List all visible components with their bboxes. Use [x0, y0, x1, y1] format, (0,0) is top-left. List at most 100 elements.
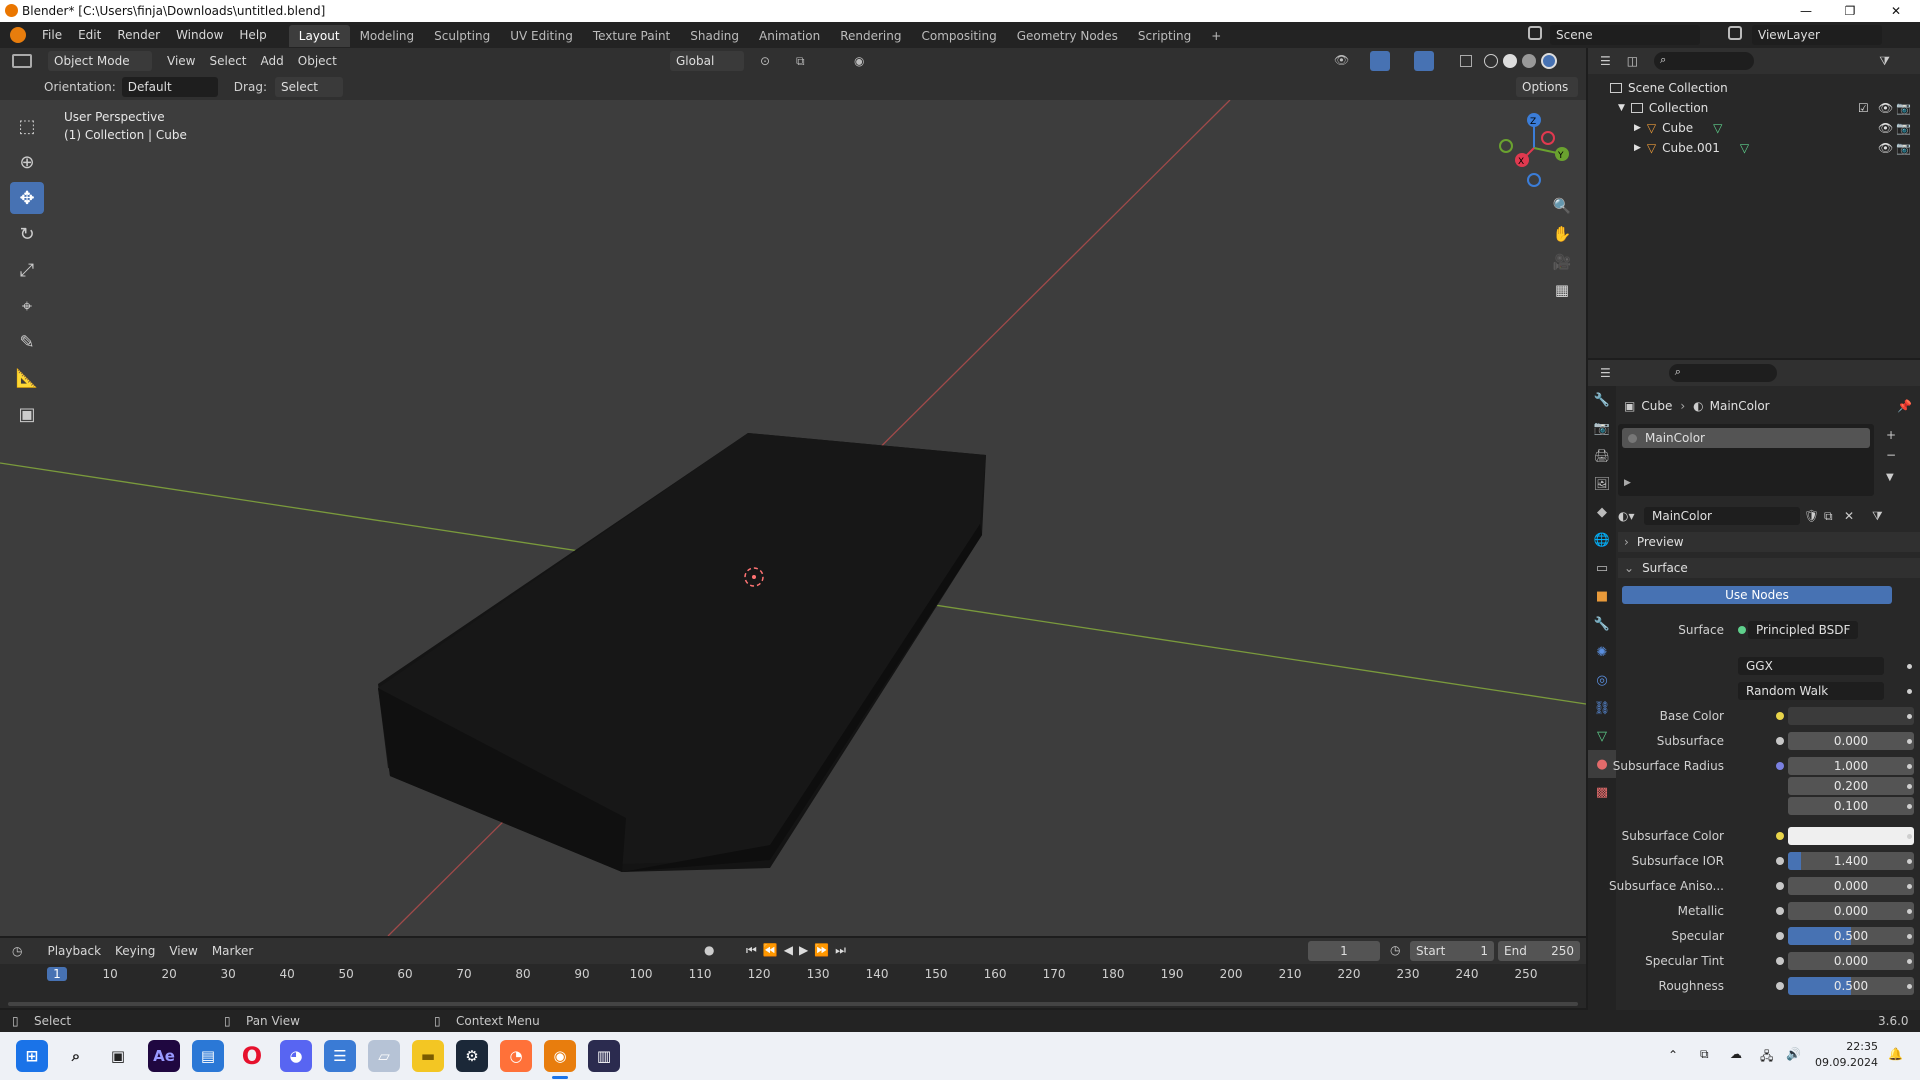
animate-icon[interactable] — [1907, 688, 1912, 694]
animate-icon[interactable] — [1907, 803, 1912, 809]
properties-editor-icon[interactable]: ☰ — [1600, 366, 1611, 380]
zoom-icon[interactable]: 🔍 — [1548, 192, 1576, 220]
animate-icon[interactable] — [1907, 783, 1912, 789]
menu-render[interactable]: Render — [109, 22, 168, 48]
snap-icon[interactable]: ⧉ — [796, 54, 805, 69]
tab-geometry-nodes[interactable]: Geometry Nodes — [1007, 25, 1128, 47]
add-workspace-button[interactable]: + — [1201, 25, 1231, 47]
preview-panel-header[interactable]: › Preview — [1618, 532, 1920, 552]
end-frame-field[interactable]: End 250 — [1498, 941, 1580, 961]
animate-icon[interactable] — [1907, 713, 1912, 719]
color-swatch[interactable] — [1788, 707, 1914, 725]
value-field[interactable]: 0.500 — [1788, 977, 1914, 995]
physics-tab-icon[interactable]: ◎ — [1588, 666, 1616, 694]
socket-icon[interactable] — [1776, 982, 1784, 990]
pan-hand-icon[interactable]: ✋ — [1548, 220, 1576, 248]
use-nodes-button[interactable]: Use Nodes — [1622, 586, 1892, 604]
visibility-icon[interactable]: 👁 — [1334, 53, 1349, 67]
pin-icon[interactable]: 📌 — [1897, 399, 1912, 413]
socket-icon[interactable] — [1776, 932, 1784, 940]
camera-icon[interactable]: 🎥 — [1548, 248, 1576, 276]
outliner-search-input[interactable]: ⌕ — [1654, 52, 1755, 70]
surface-panel-header[interactable]: ⌄ Surface — [1618, 558, 1920, 578]
clock-date[interactable]: 09.09.2024 — [1808, 1056, 1878, 1069]
menu-playback[interactable]: Playback — [40, 944, 108, 958]
perspective-grid-icon[interactable]: ▦ — [1548, 276, 1576, 304]
proportional-edit-icon[interactable]: ◉ — [854, 54, 864, 68]
menu-timeline-view[interactable]: View — [162, 944, 204, 958]
camera-render-icon[interactable]: 📷 — [1896, 141, 1911, 155]
scene-selector[interactable]: Scene — [1550, 25, 1700, 45]
value-field[interactable]: 1.400 — [1788, 852, 1914, 870]
socket-icon[interactable] — [1776, 712, 1784, 720]
constraints-tab-icon[interactable]: ⛓ — [1588, 694, 1616, 722]
value-field[interactable]: 0.000 — [1788, 902, 1914, 920]
notification-bell-icon[interactable]: 🔔 — [1888, 1047, 1903, 1061]
timeline-scrollbar[interactable] — [8, 1002, 1578, 1006]
filter-icon[interactable]: ⧩ — [1879, 54, 1890, 69]
camera-render-icon[interactable]: 📷 — [1896, 101, 1911, 115]
discord-icon[interactable]: ◕ — [280, 1040, 312, 1072]
exclude-checkbox-icon[interactable]: ☑ — [1858, 101, 1869, 115]
transform-orientation-selector[interactable]: Global — [670, 51, 744, 71]
options-button[interactable]: Options — [1516, 77, 1578, 97]
outliner-editor-icon[interactable]: ☰ — [1600, 54, 1611, 68]
steam-icon[interactable]: ⚙ — [456, 1040, 488, 1072]
blender-menu-icon[interactable] — [10, 27, 26, 43]
particles-tab-icon[interactable]: ✺ — [1588, 638, 1616, 666]
animate-icon[interactable] — [1907, 883, 1912, 889]
notepad-icon[interactable]: ☰ — [324, 1040, 356, 1072]
output-tab-icon[interactable]: 🖨 — [1588, 442, 1616, 470]
material-slot-list[interactable]: MainColor ▶ — [1618, 424, 1874, 496]
tool-tab-icon[interactable]: 🔧 — [1588, 386, 1616, 414]
animate-icon[interactable] — [1907, 983, 1912, 989]
socket-icon[interactable] — [1776, 907, 1784, 915]
unlink-material-icon[interactable]: ✕ — [1844, 509, 1854, 523]
value-field[interactable]: 0.200 — [1788, 777, 1914, 795]
editor-type-icon[interactable] — [12, 54, 32, 68]
menu-marker[interactable]: Marker — [205, 944, 260, 958]
onedrive-icon[interactable]: ☁ — [1730, 1047, 1742, 1061]
socket-icon[interactable] — [1776, 832, 1784, 840]
animate-icon[interactable] — [1907, 738, 1912, 744]
task-view-icon[interactable]: ▣ — [102, 1040, 134, 1072]
tab-sculpting[interactable]: Sculpting — [424, 25, 500, 47]
network-icon[interactable]: 🖧 — [1760, 1047, 1773, 1068]
socket-icon[interactable] — [1776, 737, 1784, 745]
animate-icon[interactable] — [1907, 908, 1912, 914]
3d-viewport[interactable]: User Perspective (1) Collection | Cube Z… — [0, 100, 1586, 936]
tab-layout[interactable]: Layout — [288, 25, 350, 47]
mesh-data-icon[interactable]: ▽ — [1740, 141, 1749, 155]
search-icon[interactable]: ⌕ — [60, 1040, 92, 1072]
file-explorer-icon[interactable]: ▬ — [412, 1040, 444, 1072]
pivot-icon[interactable]: ⊙ — [760, 54, 770, 68]
subsurface-method-selector[interactable]: Random Walk — [1738, 682, 1884, 700]
texture-tab-icon[interactable]: ▩ — [1588, 778, 1616, 806]
slot-specials-icon[interactable]: ▼ — [1886, 472, 1894, 483]
eye-icon[interactable]: 👁 — [1878, 141, 1893, 155]
duplicate-material-icon[interactable]: ⧉ — [1824, 509, 1833, 524]
outliner-collection[interactable]: ▼ Collection ☑ 👁 📷 — [1588, 98, 1920, 118]
outliner-object-cube[interactable]: ▶ ▽ Cube ▽ 👁 📷 — [1588, 118, 1920, 138]
playhead[interactable]: 1 — [47, 967, 67, 981]
fake-user-icon[interactable]: 🛡 — [1804, 509, 1819, 523]
value-field[interactable]: 0.000 — [1788, 952, 1914, 970]
object-tab-icon[interactable]: ■ — [1588, 582, 1616, 610]
socket-icon[interactable] — [1776, 882, 1784, 890]
firefox-icon[interactable]: ◔ — [500, 1040, 532, 1072]
value-field[interactable]: 1.000 — [1788, 757, 1914, 775]
record-icon[interactable]: ● — [704, 943, 714, 957]
move-tool-icon[interactable]: ✥ — [10, 182, 44, 214]
blender-taskbar-icon[interactable]: ◉ — [544, 1040, 576, 1072]
minimize-button[interactable]: — — [1784, 0, 1828, 22]
material-slot-item[interactable]: MainColor — [1622, 428, 1870, 448]
tab-compositing[interactable]: Compositing — [911, 25, 1006, 47]
add-cube-tool-icon[interactable]: ▣ — [10, 398, 44, 430]
remove-slot-button[interactable]: − — [1886, 448, 1896, 462]
mesh-data-icon[interactable]: ▽ — [1713, 121, 1722, 135]
close-button[interactable]: ✕ — [1874, 0, 1918, 22]
windows-start-icon[interactable]: ⊞ — [16, 1040, 48, 1072]
eye-icon[interactable]: 👁 — [1878, 101, 1893, 115]
material-name-field[interactable]: MainColor — [1644, 507, 1800, 525]
tab-animation[interactable]: Animation — [749, 25, 830, 47]
